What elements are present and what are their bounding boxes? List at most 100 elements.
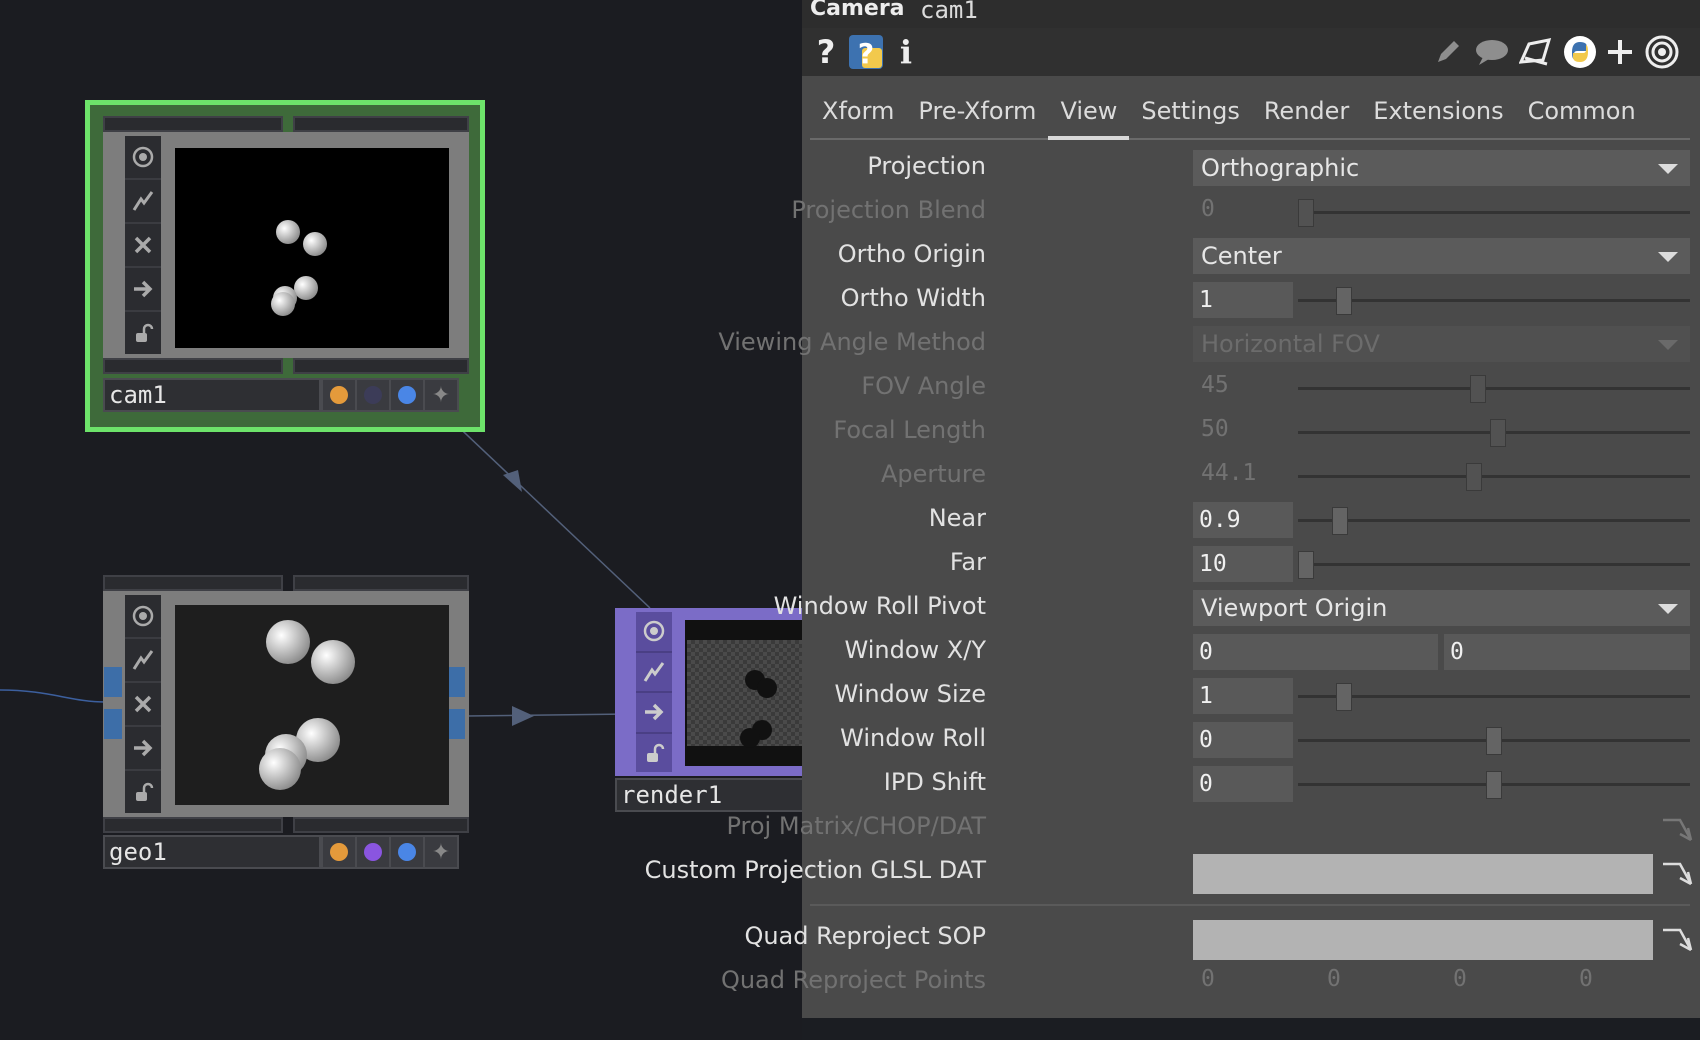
render-flag[interactable]	[355, 837, 389, 867]
python-icon[interactable]	[1562, 34, 1598, 70]
node-output-connector[interactable]	[447, 709, 465, 739]
arrow-right-icon[interactable]	[636, 693, 672, 734]
lock-icon[interactable]	[125, 771, 161, 813]
node-viewer[interactable]	[685, 620, 802, 766]
viewer-flag[interactable]	[389, 380, 423, 410]
arrow-right-icon[interactable]	[125, 727, 161, 771]
cook-icon[interactable]	[125, 180, 161, 224]
viewer-icon[interactable]	[125, 595, 161, 639]
node-viewer[interactable]	[175, 148, 449, 348]
node-viewer[interactable]	[175, 605, 449, 805]
slider-knob[interactable]	[1486, 727, 1502, 755]
param-label: Proj Matrix/CHOP/DAT	[726, 812, 986, 840]
ipd-shift-slider[interactable]	[1298, 771, 1690, 799]
node-input-connector[interactable]	[104, 667, 122, 697]
display-flag[interactable]	[321, 380, 355, 410]
clone-icon[interactable]	[1518, 34, 1554, 70]
python-help-icon[interactable]: ?	[848, 34, 884, 70]
node-input-tab[interactable]	[103, 116, 283, 132]
display-flag[interactable]	[321, 837, 355, 867]
tab-xform[interactable]: Xform	[810, 88, 906, 138]
help-icon[interactable]: ?	[808, 33, 844, 71]
cook-icon[interactable]	[125, 639, 161, 683]
param-slider	[1298, 419, 1690, 447]
ortho-width-slider[interactable]	[1298, 287, 1690, 315]
ipd-shift-field[interactable]: 0	[1193, 766, 1293, 802]
tab-common[interactable]: Common	[1516, 88, 1648, 138]
info-icon[interactable]: i	[888, 33, 924, 71]
window-size-field[interactable]: 1	[1193, 678, 1293, 714]
add-icon[interactable]	[1602, 34, 1638, 70]
bypass-icon[interactable]	[125, 224, 161, 268]
lock-icon[interactable]	[636, 734, 672, 773]
near-field[interactable]: 0.9	[1193, 502, 1293, 538]
viewing-angle-dropdown: Horizontal FOV	[1193, 326, 1690, 362]
node-output-tab[interactable]	[293, 817, 469, 833]
tab-settings[interactable]: Settings	[1129, 88, 1251, 138]
viewer-icon[interactable]	[125, 136, 161, 180]
param-tabs: Xform Pre-Xform View Settings Render Ext…	[810, 88, 1690, 140]
node-render1[interactable]: render1	[615, 608, 802, 813]
viewer-icon[interactable]	[636, 612, 672, 653]
node-input-tab[interactable]	[293, 575, 469, 591]
slider-knob[interactable]	[1486, 771, 1502, 799]
dropdown-value: Horizontal FOV	[1201, 330, 1380, 358]
window-roll-slider[interactable]	[1298, 727, 1690, 755]
projection-dropdown[interactable]: Orthographic	[1193, 150, 1690, 186]
node-output-tab[interactable]	[103, 358, 283, 374]
slider-knob[interactable]	[1336, 683, 1352, 711]
render-flag[interactable]	[355, 380, 389, 410]
target-icon[interactable]	[1644, 34, 1680, 70]
node-input-tab[interactable]	[293, 116, 469, 132]
far-slider[interactable]	[1298, 551, 1690, 579]
viewer-flag[interactable]	[389, 837, 423, 867]
node-input-tab[interactable]	[103, 575, 283, 591]
near-slider[interactable]	[1298, 507, 1690, 535]
node-output-tab[interactable]	[103, 817, 283, 833]
bypass-icon[interactable]	[125, 683, 161, 727]
pin-icon[interactable]: ✦	[423, 837, 457, 867]
node-name[interactable]: cam1	[103, 378, 321, 412]
network-editor[interactable]: cam1 ✦ geo1 ✦ render1	[0, 0, 802, 1040]
tab-pre-xform[interactable]: Pre-Xform	[906, 88, 1048, 138]
lock-icon[interactable]	[125, 312, 161, 354]
param-label: Far	[949, 548, 986, 576]
tab-view[interactable]: View	[1048, 88, 1130, 140]
node-name[interactable]: render1	[615, 778, 802, 812]
glsl-dat-field[interactable]	[1193, 854, 1653, 894]
tab-extensions[interactable]: Extensions	[1361, 88, 1515, 138]
node-output-connector[interactable]	[447, 667, 465, 697]
param-focal-length: Focal Length 50	[802, 412, 1700, 452]
node-output-tab[interactable]	[293, 358, 469, 374]
cook-icon[interactable]	[636, 653, 672, 693]
node-name[interactable]: geo1	[103, 835, 321, 869]
comment-icon[interactable]	[1474, 34, 1510, 70]
slider-knob[interactable]	[1336, 287, 1352, 315]
node-toolstrip	[125, 595, 161, 813]
param-label: Window Roll Pivot	[773, 592, 986, 620]
slider-knob[interactable]	[1298, 551, 1314, 579]
param-value: 45	[1201, 372, 1229, 398]
node-input-connector[interactable]	[104, 709, 122, 739]
tab-render[interactable]: Render	[1252, 88, 1361, 138]
drop-target-icon[interactable]	[1660, 924, 1694, 958]
ortho-origin-dropdown[interactable]: Center	[1193, 238, 1690, 274]
node-geo1[interactable]: geo1 ✦	[85, 575, 485, 875]
window-y-field[interactable]: 0	[1444, 634, 1690, 670]
window-roll-pivot-dropdown[interactable]: Viewport Origin	[1193, 590, 1690, 626]
pin-icon[interactable]: ✦	[423, 380, 457, 410]
quad-sop-field[interactable]	[1193, 920, 1653, 960]
node-cam1[interactable]: cam1 ✦	[85, 100, 485, 432]
slider-knob[interactable]	[1332, 507, 1348, 535]
edit-icon[interactable]	[1430, 34, 1466, 70]
drop-target-icon[interactable]	[1660, 858, 1694, 892]
far-field[interactable]: 10	[1193, 546, 1293, 582]
window-x-field[interactable]: 0	[1193, 634, 1438, 670]
node-namebar: geo1 ✦	[103, 835, 471, 869]
ortho-width-field[interactable]: 1	[1193, 282, 1293, 318]
drop-target-icon[interactable]	[1660, 814, 1694, 848]
window-size-slider[interactable]	[1298, 683, 1690, 711]
op-name-field[interactable]: cam1	[920, 0, 978, 24]
arrow-right-icon[interactable]	[125, 268, 161, 312]
window-roll-field[interactable]: 0	[1193, 722, 1293, 758]
